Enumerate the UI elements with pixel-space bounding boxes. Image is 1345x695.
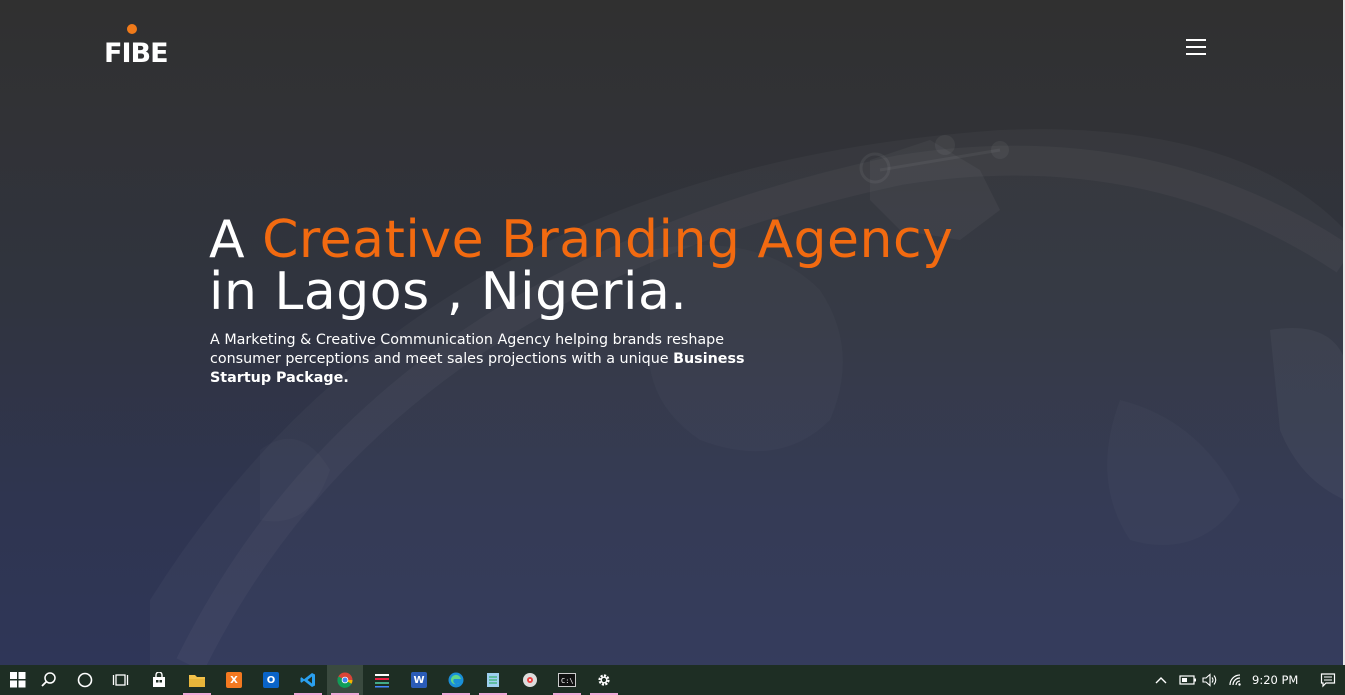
brand-logo[interactable]: FIBE [104,24,180,72]
clock-time[interactable]: 9:20 PM [1252,673,1298,687]
media-icon[interactable] [512,665,548,695]
headline-accent: Creative Branding Agency [262,210,954,270]
notepad-icon[interactable] [475,665,511,695]
logo-text: FIBE [104,38,169,69]
cortana-icon[interactable] [67,665,103,695]
terminal-icon[interactable]: C:\ [549,665,585,695]
description-text: A Marketing & Creative Communication Age… [210,332,725,367]
task-view-icon[interactable] [103,665,139,695]
xampp-icon[interactable]: X [216,665,252,695]
outlook-icon[interactable]: O [253,665,289,695]
wifi-icon[interactable] [1228,665,1244,695]
app-icon[interactable] [364,665,400,695]
notification-icon[interactable] [1320,665,1336,695]
hamburger-menu-icon[interactable] [1183,36,1209,60]
file-explorer-icon[interactable] [179,665,215,695]
hero-headline: A Creative Branding Agency in Lagos , Nig… [209,214,953,318]
chevron-up-icon[interactable] [1154,665,1168,695]
headline-prefix: A [209,210,263,270]
hero-description: A Marketing & Creative Communication Age… [210,331,790,388]
battery-icon[interactable] [1179,665,1197,695]
windows-taskbar: X O W C:\ 9:20 PM [0,665,1345,695]
store-icon[interactable] [141,665,177,695]
search-icon[interactable] [31,665,67,695]
svg-text:C:\: C:\ [561,677,574,685]
chrome-icon[interactable] [327,665,363,695]
headline-line2: in Lagos , Nigeria. [209,262,688,322]
settings-icon[interactable] [586,665,622,695]
hero-section: FIBE A Creative Branding Agency in Lagos … [0,0,1345,665]
volume-icon[interactable] [1202,665,1220,695]
vscode-icon[interactable] [290,665,326,695]
word-icon[interactable]: W [401,665,437,695]
bulb-icon [127,24,137,34]
edge-icon[interactable] [438,665,474,695]
